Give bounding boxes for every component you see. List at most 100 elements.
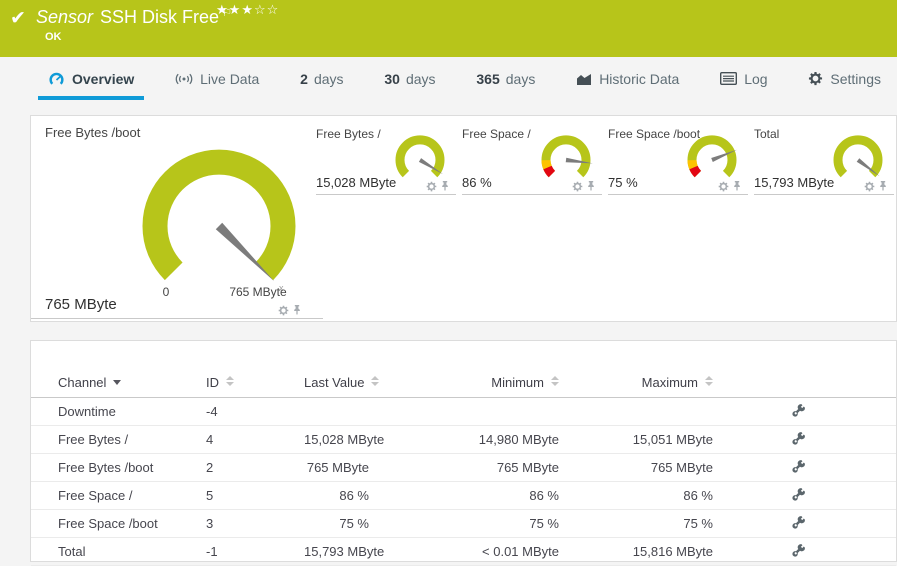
tab-2-days[interactable]: 2 days (290, 57, 353, 100)
status-ok-check-icon: ✔ (10, 7, 26, 29)
tab-30-days[interactable]: 30 days (374, 57, 445, 100)
tab-label: Historic Data (599, 70, 680, 87)
channel-name[interactable]: Free Bytes / (31, 425, 206, 454)
primary-gauge-value: 765 MByte (45, 296, 117, 313)
channel-table-head: Channel ID Last Value Minimum Maximum (31, 367, 896, 398)
star-empty-icon[interactable]: ☆ (267, 3, 280, 18)
primary-gauge-scale-min: 0 (162, 285, 170, 299)
channel-settings-wrench-icon[interactable] (791, 403, 806, 418)
tab-live-data[interactable]: Live Data (165, 57, 269, 100)
channel-last-value: 765 MByte (304, 453, 394, 482)
column-label: ID (206, 374, 219, 390)
table-row: Total -1 15,793 MByte < 0.01 MByte 15,816 MB… (31, 537, 896, 566)
gauge-tile-icons (426, 180, 450, 192)
channel-name[interactable]: Total (31, 537, 206, 566)
tab-label: days (405, 70, 436, 87)
star-empty-icon[interactable]: ☆ (254, 3, 267, 18)
channel-settings-wrench-icon[interactable] (791, 487, 806, 502)
channel-last-value: 86 % (304, 481, 394, 510)
tab-overview[interactable]: Overview (38, 57, 145, 100)
tab-historic-data[interactable]: Historic Data (566, 57, 689, 100)
tab-label: days (505, 70, 536, 87)
gear-icon (808, 71, 823, 86)
tab-number: 365 (476, 70, 500, 87)
channel-minimum: < 0.01 MByte (394, 537, 584, 566)
table-row: Free Bytes /4 15,028 MByte 14,980 MByte 15,… (31, 425, 896, 454)
channel-name[interactable]: Free Space / (31, 481, 206, 510)
channel-table-body: Downtime -4 Free Bytes /4 15,028 MByte 14,98… (31, 397, 896, 566)
tab-label: days (313, 70, 344, 87)
channel-maximum: 75 % (584, 509, 738, 538)
tab-label: Log (744, 70, 768, 87)
channel-settings-wrench-icon[interactable] (791, 431, 806, 446)
channel-maximum: 86 % (584, 481, 738, 510)
tab-number: 2 (300, 70, 308, 87)
sensor-header: ✔ Sensor SSH Disk Free ⚐ ★★★☆☆ OK (0, 0, 897, 57)
gauge-tile-icons (864, 180, 888, 192)
sort-icon (705, 375, 713, 386)
gauge-tile-free-space-boot[interactable]: Free Space /boot 75 % (608, 127, 748, 195)
column-header-id[interactable]: ID (206, 367, 304, 398)
table-row: Downtime -4 (31, 397, 896, 426)
gauge-title: Free Bytes / (316, 127, 381, 141)
gauge-value: 75 % (608, 175, 638, 190)
channel-last-value: 15,028 MByte (304, 425, 394, 454)
gauge-value: 15,793 MByte (754, 175, 835, 190)
tab-label: Settings (830, 70, 881, 87)
channel-table: Channel ID Last Value Minimum Maximum Downti… (31, 367, 896, 566)
gauge-title: Total (754, 127, 780, 141)
table-row: Free Bytes /boot 2 765 MByte 765 MByte 765 M… (31, 453, 896, 482)
primary-gauge-tile[interactable]: Free Bytes /boot x 0 765 MByte 765 MByte (31, 116, 323, 323)
tab-365-days[interactable]: 365 days (466, 57, 545, 100)
sort-icon (371, 375, 380, 386)
gauge-tile-free-space[interactable]: Free Space / 86 % (462, 127, 602, 195)
column-header-minimum[interactable]: Minimum (394, 367, 584, 398)
gauge-tile-free-bytes[interactable]: Free Bytes / 15,028 MByte (316, 127, 456, 195)
column-label: Minimum (491, 374, 544, 390)
column-label: Channel (58, 374, 107, 390)
channel-minimum: 86 % (394, 481, 584, 510)
sensor-title-line: Sensor SSH Disk Free ⚐ (36, 6, 232, 28)
gauge-tile-total[interactable]: Total 15,793 MByte (754, 127, 894, 195)
pin-icon (440, 180, 450, 192)
priority-stars[interactable]: ★★★☆☆ (216, 3, 279, 18)
gauge-title: Free Space / (462, 127, 531, 141)
channel-settings-wrench-icon[interactable] (791, 543, 806, 558)
channel-settings-wrench-icon[interactable] (791, 515, 806, 530)
channel-last-value: 75 % (304, 509, 394, 538)
table-row: Free Space /boot 3 75 % 75 % 75 % (31, 509, 896, 538)
column-header-last-value[interactable]: Last Value (304, 367, 394, 398)
small-gear-icon (718, 181, 729, 192)
column-label: Last Value (304, 374, 365, 390)
channel-settings-wrench-icon[interactable] (791, 459, 806, 474)
channel-name[interactable]: Free Bytes /boot (31, 453, 206, 482)
star-filled-icon[interactable]: ★ (216, 3, 229, 18)
tab-label: Live Data (200, 70, 260, 87)
primary-tile-divider (31, 318, 323, 319)
tab-log[interactable]: Log (710, 57, 777, 100)
tab-label: Overview (72, 70, 135, 87)
small-gauge-tiles: Free Bytes / 15,028 MByte Free Space / 86 %… (316, 127, 894, 195)
gauges-panel: Free Bytes /boot x 0 765 MByte 765 MByte… (30, 115, 897, 322)
sensor-status-text: OK (45, 31, 62, 43)
channel-table-panel: Channel ID Last Value Minimum Maximum Downti… (30, 340, 897, 566)
channel-name[interactable]: Downtime (31, 397, 206, 426)
small-gear-icon (864, 181, 875, 192)
small-gear-icon (572, 181, 583, 192)
tab-settings[interactable]: Settings (798, 57, 891, 100)
channel-name[interactable]: Free Space /boot (31, 509, 206, 538)
star-filled-icon[interactable]: ★ (241, 3, 254, 18)
sort-icon (551, 375, 559, 386)
channel-id: 2 (206, 453, 304, 482)
column-header-channel[interactable]: Channel (31, 367, 206, 398)
primary-gauge-scale-max: 765 MByte (229, 285, 287, 299)
channel-id: -1 (206, 537, 304, 566)
star-filled-icon[interactable]: ★ (229, 3, 242, 18)
channel-id: -4 (206, 397, 304, 426)
small-gear-icon (426, 181, 437, 192)
column-header-maximum[interactable]: Maximum (584, 367, 738, 398)
pin-icon (292, 304, 302, 316)
channel-minimum: 765 MByte (394, 453, 584, 482)
channel-minimum: 14,980 MByte (394, 425, 584, 454)
tab-number: 30 (384, 70, 400, 87)
